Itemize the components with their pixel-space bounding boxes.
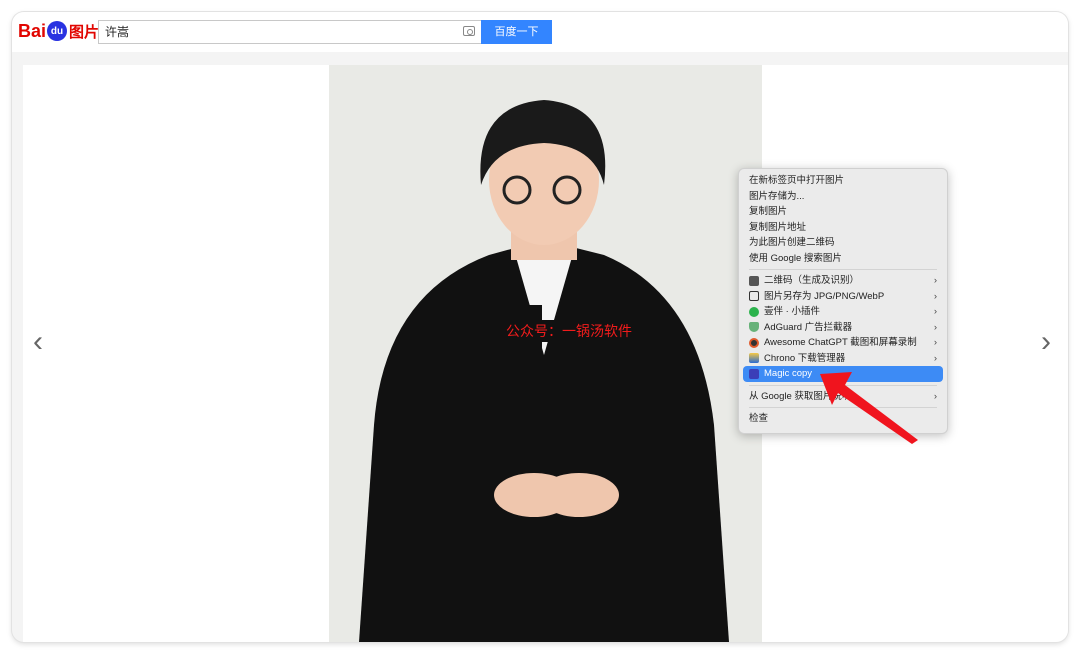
red-arrow-annotation bbox=[820, 372, 918, 444]
